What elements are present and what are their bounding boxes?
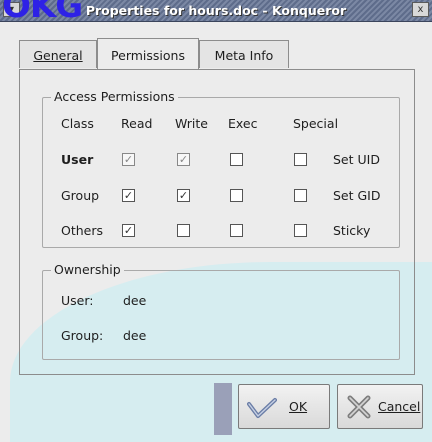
- header-read: Read: [121, 116, 153, 131]
- header-exec: Exec: [228, 116, 258, 131]
- owner-group-value: dee: [123, 328, 147, 343]
- ownership-group: Ownership: [42, 262, 400, 360]
- checkmark-icon: [247, 397, 277, 418]
- user-exec-checkbox[interactable]: [230, 153, 243, 166]
- background-bar: [214, 383, 232, 435]
- tab-permissions-label: Permissions: [111, 48, 185, 63]
- row-label-group: Group: [61, 188, 100, 203]
- set-gid-label: Set GID: [333, 188, 381, 203]
- group-read-checkbox[interactable]: ✓: [122, 189, 135, 202]
- header-class: Class: [61, 116, 94, 131]
- header-write: Write: [175, 116, 209, 131]
- ownership-title: Ownership: [51, 262, 124, 277]
- tab-meta-info[interactable]: Meta Info: [199, 40, 289, 68]
- access-permissions-title: Access Permissions: [51, 89, 178, 104]
- cancel-button[interactable]: Cancel: [337, 384, 423, 429]
- tab-general[interactable]: General: [19, 40, 97, 68]
- tab-meta-info-label: Meta Info: [214, 48, 274, 63]
- close-window-button[interactable]: x: [412, 2, 429, 17]
- overlay-logo-text: OKG: [2, 0, 83, 26]
- tab-permissions[interactable]: Permissions: [97, 38, 199, 69]
- owner-user-value: dee: [123, 293, 147, 308]
- others-exec-checkbox[interactable]: [230, 224, 243, 237]
- group-write-checkbox[interactable]: ✓: [177, 189, 190, 202]
- ok-button-label: OK: [289, 399, 308, 414]
- others-write-checkbox[interactable]: [177, 224, 190, 237]
- group-exec-checkbox[interactable]: [230, 189, 243, 202]
- others-read-checkbox[interactable]: ✓: [122, 224, 135, 237]
- owner-group-label: Group:: [61, 328, 104, 343]
- row-label-others: Others: [61, 223, 104, 238]
- set-uid-checkbox[interactable]: [294, 153, 307, 166]
- sticky-checkbox[interactable]: [294, 224, 307, 237]
- set-gid-checkbox[interactable]: [294, 189, 307, 202]
- cancel-button-label: Cancel: [378, 399, 421, 414]
- set-uid-label: Set UID: [333, 152, 380, 167]
- header-special: Special: [293, 116, 339, 131]
- cancel-x-icon: [347, 395, 371, 418]
- owner-user-label: User:: [61, 293, 94, 308]
- tab-general-label: General: [33, 48, 83, 63]
- ok-button[interactable]: OK: [238, 384, 330, 429]
- row-label-user: User: [61, 152, 94, 167]
- user-read-checkbox[interactable]: ✓: [122, 153, 135, 166]
- sticky-label: Sticky: [333, 223, 371, 238]
- user-write-checkbox[interactable]: ✓: [177, 153, 190, 166]
